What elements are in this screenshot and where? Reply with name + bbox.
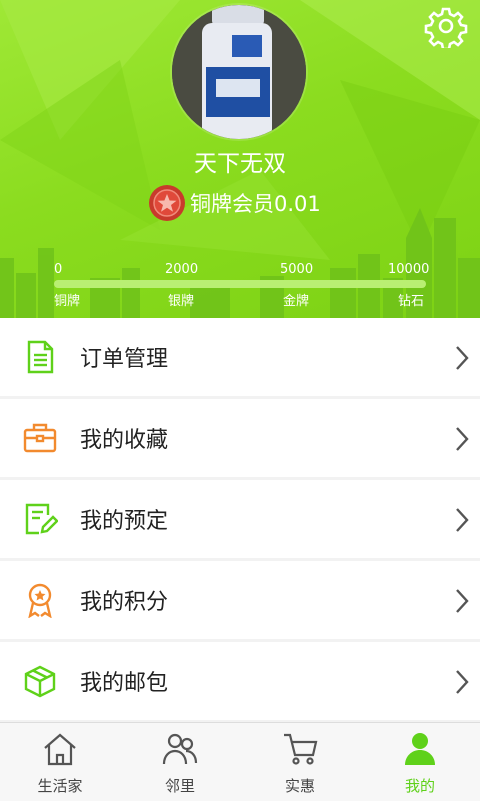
- progress-track: [54, 280, 426, 288]
- level-name-diamond: 钻石: [398, 294, 425, 309]
- avatar[interactable]: [172, 5, 306, 139]
- menu-item-favorites[interactable]: 我的收藏: [0, 399, 480, 477]
- award-icon: [28, 583, 52, 618]
- briefcase-icon: [23, 423, 57, 453]
- menu-item-packages[interactable]: 我的邮包: [0, 642, 480, 720]
- tab-label-neighbors: 邻里: [164, 777, 195, 795]
- avatar-image: [172, 5, 306, 139]
- member-level-text: 铜牌会员0.01: [190, 192, 321, 216]
- level-name-gold: 金牌: [283, 294, 310, 309]
- level-name-silver: 银牌: [168, 294, 195, 309]
- menu-label-favorites: 我的收藏: [80, 428, 169, 453]
- tab-label-home: 生活家: [37, 777, 83, 795]
- member-level-row: 铜牌会员0.01: [148, 183, 321, 223]
- level-name-bronze: 铜牌: [54, 294, 81, 309]
- chevron-right-icon: [456, 670, 469, 694]
- person-icon: [405, 733, 435, 765]
- tab-label-deals: 实惠: [284, 777, 315, 795]
- settings-gear-icon[interactable]: [424, 4, 468, 48]
- people-icon: [162, 733, 198, 765]
- chevron-right-icon: [456, 589, 469, 613]
- menu-label-orders: 订单管理: [80, 347, 169, 372]
- menu-item-reservations[interactable]: 我的预定: [0, 480, 480, 558]
- tab-label-mine: 我的: [404, 777, 435, 795]
- level-points-silver: 2000: [165, 262, 199, 277]
- profile-menu: 订单管理 我的收藏 我的预定 我的积分 我的邮包: [0, 318, 480, 723]
- cart-icon: [284, 733, 318, 765]
- home-icon: [44, 733, 76, 766]
- level-points-bronze: 0: [54, 262, 63, 277]
- level-points-diamond: 10000: [388, 262, 430, 277]
- level-points-gold: 5000: [280, 262, 314, 277]
- chevron-right-icon: [456, 346, 469, 370]
- tab-deals[interactable]: 实惠: [240, 723, 360, 801]
- tab-neighbors[interactable]: 邻里: [120, 723, 240, 801]
- menu-label-packages: 我的邮包: [80, 671, 169, 696]
- level-progress: 0 2000 5000 10000 铜牌 银牌 金牌 钻石: [0, 258, 480, 309]
- username: 天下无双: [194, 151, 286, 177]
- menu-label-reservations: 我的预定: [80, 509, 169, 534]
- tab-home[interactable]: 生活家: [0, 723, 120, 801]
- tab-mine[interactable]: 我的: [360, 723, 480, 801]
- chevron-right-icon: [456, 427, 469, 451]
- bottom-tab-bar: 生活家 邻里 实惠 我的: [0, 722, 480, 801]
- document-icon: [27, 340, 54, 374]
- menu-item-orders[interactable]: 订单管理: [0, 318, 480, 396]
- edit-note-icon: [25, 503, 58, 535]
- menu-item-points[interactable]: 我的积分: [0, 561, 480, 639]
- profile-header: 天下无双 铜牌会员0.01 0 2000 5000 10000 铜牌 银牌 金牌…: [0, 0, 480, 318]
- menu-label-points: 我的积分: [80, 590, 169, 615]
- package-icon: [24, 665, 56, 698]
- chevron-right-icon: [456, 508, 469, 532]
- bronze-medal-icon: [149, 185, 185, 221]
